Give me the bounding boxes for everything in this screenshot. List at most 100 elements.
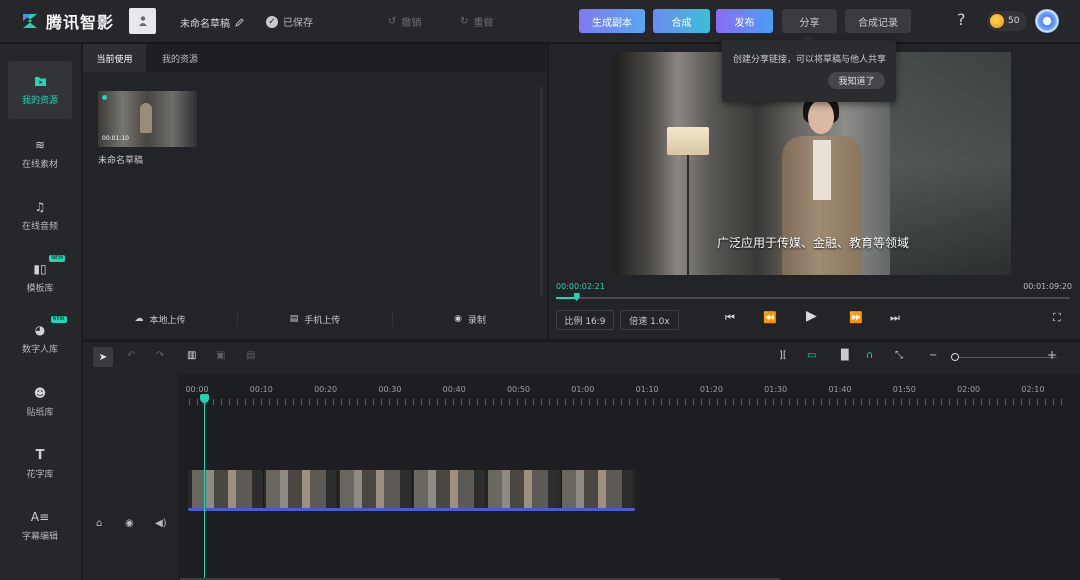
undo-button[interactable]: ↺ 撤销 bbox=[388, 14, 421, 29]
sidebar-item-digital-humans[interactable]: ◕ NEW 数字人库 bbox=[8, 310, 72, 368]
tab-my-resources[interactable]: 我的资源 bbox=[149, 44, 211, 72]
generate-copy-button[interactable]: 生成副本 bbox=[579, 9, 645, 33]
ruler-label: 00:10 bbox=[249, 385, 273, 394]
eye-icon[interactable]: ◉ bbox=[125, 518, 134, 529]
new-badge: NEW bbox=[49, 255, 66, 262]
fit-icon[interactable]: ][ bbox=[779, 350, 787, 361]
copy-icon[interactable]: ▣ bbox=[216, 350, 225, 361]
current-time: 00:00:02:21 bbox=[556, 282, 605, 291]
coin-balance[interactable]: 50 bbox=[987, 11, 1027, 31]
edit-pencil-icon[interactable] bbox=[235, 18, 244, 27]
speed-select[interactable]: 倍速 1.0x bbox=[620, 310, 679, 330]
select-pointer-icon[interactable]: ➤ bbox=[93, 347, 113, 367]
synth-record-button[interactable]: 合成记录 bbox=[845, 9, 911, 33]
synthesize-button[interactable]: 合成 bbox=[653, 9, 710, 33]
zoom-in-icon[interactable]: + bbox=[1047, 348, 1057, 362]
share-tooltip: 创建分享链接，可以将草稿与他人共享 我知道了 bbox=[722, 34, 896, 102]
undo-icon: ↺ bbox=[388, 16, 397, 27]
upload-actions: ☁ 本地上传 ▤ 手机上传 ◉ 录制 bbox=[83, 306, 547, 332]
split-icon[interactable]: ▥ bbox=[187, 350, 196, 361]
sidebar-item-online-materials[interactable]: ≋ 在线素材 bbox=[8, 125, 72, 183]
ruler-label: 00:50 bbox=[506, 385, 531, 394]
draft-cover-button[interactable] bbox=[129, 8, 156, 34]
sidebar-item-templates[interactable]: ▮▯ NEW 模板库 bbox=[8, 249, 72, 307]
sidebar-item-label: 在线音频 bbox=[21, 222, 58, 232]
skip-back-icon[interactable]: ⏮ bbox=[725, 311, 735, 325]
redo-label: 重做 bbox=[473, 18, 494, 29]
ruler-label: 01:00 bbox=[571, 385, 595, 394]
video-lamp-pole bbox=[687, 155, 689, 275]
sidebar-item-my-resources[interactable]: 我的资源 bbox=[8, 61, 72, 119]
ruler-label: 00:00 bbox=[185, 385, 209, 394]
collapse-icon[interactable]: ⤡ bbox=[895, 350, 903, 361]
progress-track[interactable] bbox=[556, 293, 1070, 301]
cloud-upload-icon: ☁ bbox=[134, 314, 144, 324]
saved-status-text: 已保存 bbox=[283, 18, 313, 29]
draft-name[interactable]: 未命名草稿 bbox=[180, 15, 244, 30]
timeline-toolbar: ➤ ↶ ↷ ▥ ▣ ▤ ][ ▭ ▐▌ ∩ ⤡ − + bbox=[83, 342, 1080, 374]
local-upload-button[interactable]: ☁ 本地上传 bbox=[83, 311, 238, 327]
sidebar-item-label: 数字人库 bbox=[21, 345, 58, 355]
timeline-redo-icon[interactable]: ↷ bbox=[156, 350, 164, 361]
zoom-knob[interactable] bbox=[951, 353, 959, 361]
timeline-undo-icon[interactable]: ↶ bbox=[127, 350, 135, 361]
sidebar-item-online-audio[interactable]: ♫ 在线音频 bbox=[8, 187, 72, 245]
sidebar-item-subtitle-edit[interactable]: A≡ 字幕编辑 bbox=[8, 497, 72, 555]
lock-track-icon[interactable]: ⌂ bbox=[96, 518, 102, 529]
record-button[interactable]: ◉ 录制 bbox=[393, 311, 547, 327]
phone-upload-button[interactable]: ▤ 手机上传 bbox=[238, 311, 393, 327]
coin-icon bbox=[990, 14, 1004, 28]
got-it-button[interactable]: 我知道了 bbox=[828, 72, 885, 89]
main-track-magnet-icon[interactable]: ▭ bbox=[807, 350, 816, 361]
clip-frame-divider bbox=[486, 470, 487, 508]
playhead[interactable] bbox=[204, 396, 205, 580]
sidebar: 我的资源 ≋ 在线素材 ♫ 在线音频 ▮▯ NEW 模板库 ◕ NEW 数字人库… bbox=[0, 44, 82, 580]
sidebar-item-stickers[interactable]: ☻ 贴纸库 bbox=[8, 373, 72, 431]
folder-icon bbox=[34, 74, 47, 88]
timeline-tracks[interactable]: 00:00 00:10 00:20 00:30 00:40 00:50 01:00 01:10… bbox=[181, 374, 1080, 580]
share-button[interactable]: 分享 bbox=[782, 9, 837, 33]
play-icon[interactable]: ▶ bbox=[806, 308, 817, 324]
sidebar-item-label: 模板库 bbox=[26, 284, 54, 294]
redo-icon: ↻ bbox=[460, 16, 469, 27]
resource-name: 未命名草稿 bbox=[98, 156, 144, 166]
volume-icon[interactable]: ◀) bbox=[155, 518, 167, 529]
zoom-slider[interactable] bbox=[954, 357, 1057, 358]
resource-duration: 00:01:10 bbox=[102, 135, 129, 142]
fullscreen-icon[interactable]: ⛶ bbox=[1053, 311, 1061, 325]
aspect-ratio-select[interactable]: 比例 16:9 bbox=[556, 310, 614, 330]
presenter-head bbox=[808, 100, 834, 134]
tab-current-use[interactable]: 当前使用 bbox=[83, 44, 146, 72]
sidebar-item-fancy-text[interactable]: T 花字库 bbox=[8, 435, 72, 493]
progress-fill bbox=[556, 297, 577, 299]
ruler-label: 00:40 bbox=[442, 385, 466, 394]
thumbnail-figure bbox=[140, 103, 152, 133]
publish-button[interactable]: 发布 bbox=[716, 9, 773, 33]
redo-button[interactable]: ↻ 重做 bbox=[460, 14, 493, 29]
link-icon[interactable]: ▐▌ bbox=[837, 350, 852, 361]
zoom-out-icon[interactable]: − bbox=[929, 350, 937, 361]
record-label: 录制 bbox=[467, 315, 486, 326]
fast-forward-icon[interactable]: ⏩ bbox=[849, 311, 863, 324]
sidebar-item-label: 花字库 bbox=[26, 470, 54, 480]
clip-frame-divider bbox=[560, 470, 562, 508]
help-icon[interactable]: ? bbox=[957, 10, 966, 29]
presenter-shirt bbox=[813, 140, 831, 200]
video-clip[interactable] bbox=[188, 470, 635, 511]
rewind-icon[interactable]: ⏪ bbox=[763, 311, 777, 324]
brand-logo[interactable]: 腾讯智影 bbox=[22, 10, 114, 32]
user-avatar[interactable] bbox=[1035, 9, 1059, 33]
text-icon: T bbox=[35, 447, 45, 463]
ruler-label: 00:20 bbox=[314, 385, 338, 394]
sidebar-item-label: 贴纸库 bbox=[26, 408, 54, 418]
local-upload-label: 本地上传 bbox=[149, 315, 186, 326]
resource-scrollbar[interactable] bbox=[540, 86, 543, 296]
resource-thumbnail[interactable]: 00:01:10 bbox=[98, 91, 197, 147]
timeline-panel: ➤ ↶ ↷ ▥ ▣ ▤ ][ ▭ ▐▌ ∩ ⤡ − + ⌂ ◉ ◀) 00:00… bbox=[83, 341, 1080, 580]
resource-panel: 当前使用 我的资源 00:01:10 未命名草稿 ☁ 本地上传 ▤ 手机上传 ◉… bbox=[83, 44, 547, 339]
skip-forward-icon[interactable]: ⏭ bbox=[890, 311, 900, 325]
ruler-label: 01:50 bbox=[892, 385, 916, 394]
progress-knob[interactable] bbox=[573, 293, 580, 301]
snap-magnet-icon[interactable]: ∩ bbox=[866, 350, 873, 361]
delete-icon[interactable]: ▤ bbox=[246, 350, 255, 361]
